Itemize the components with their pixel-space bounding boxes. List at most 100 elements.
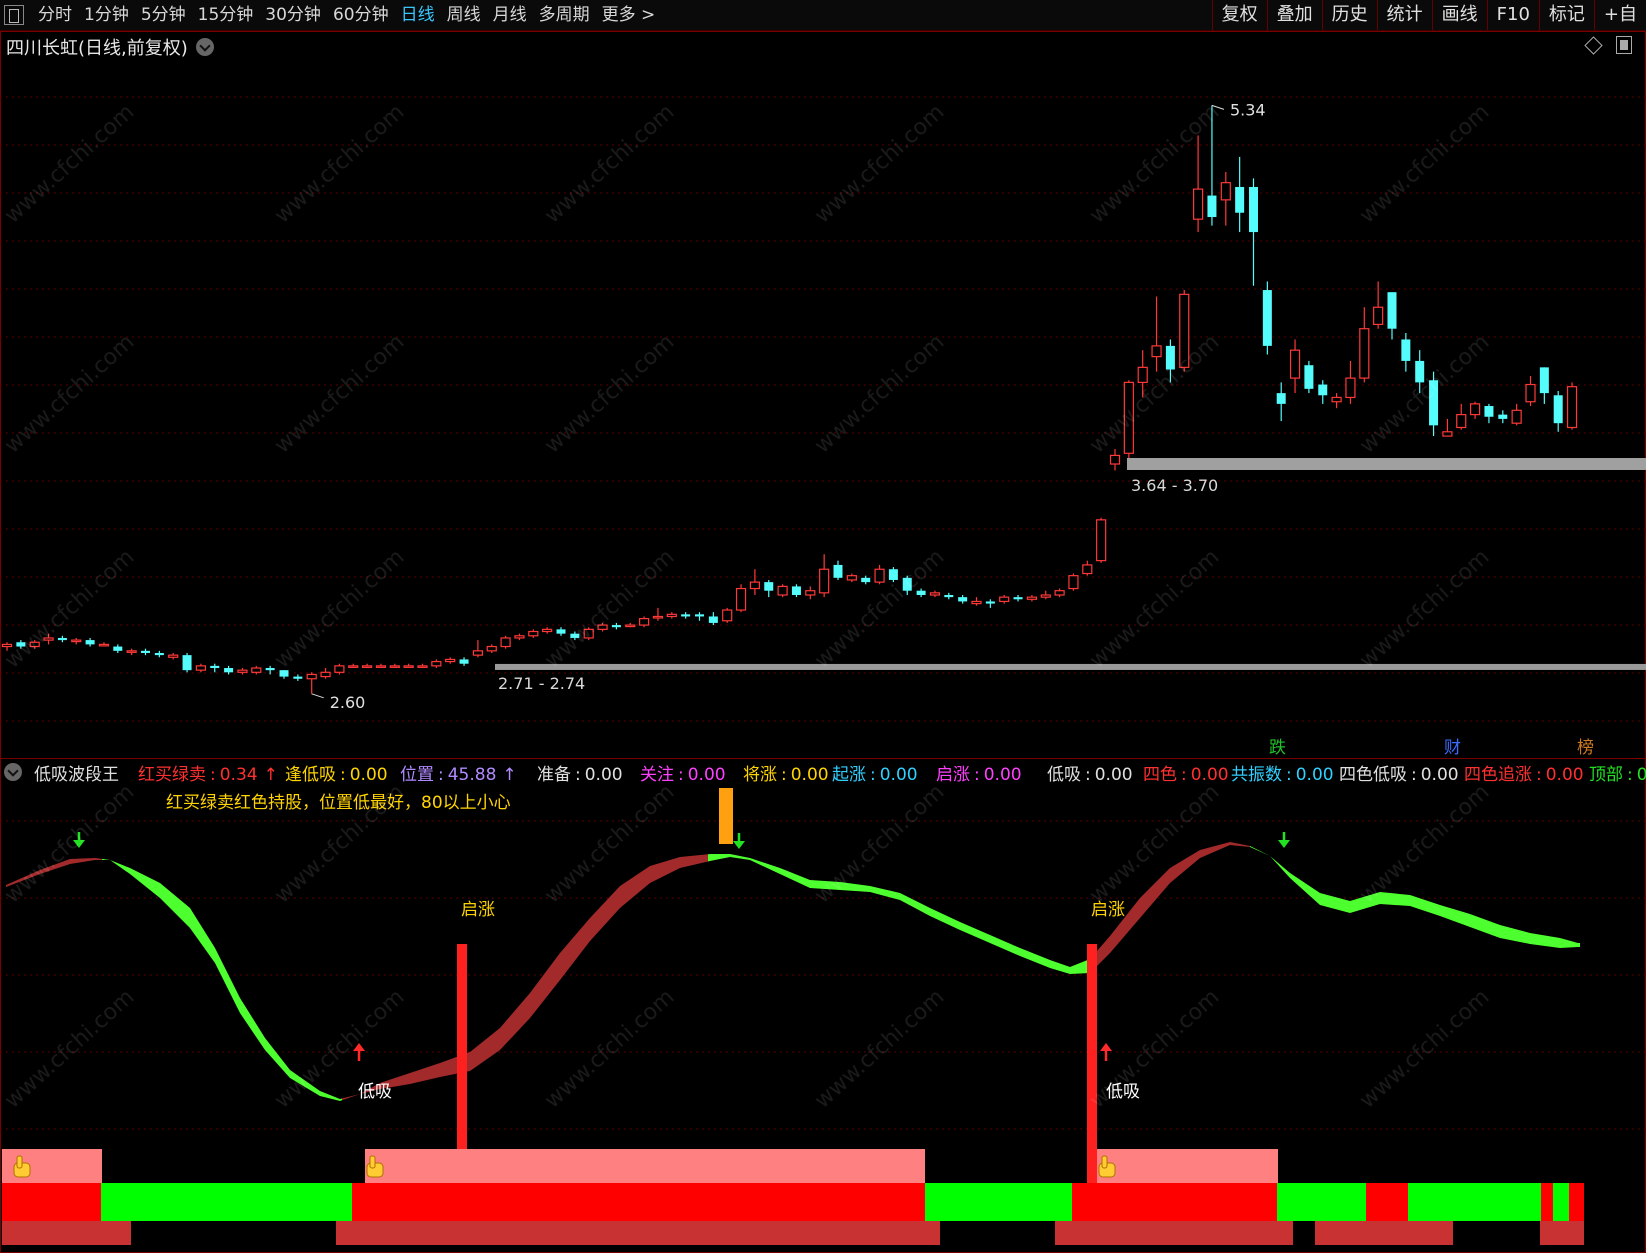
- candle: [749, 569, 761, 595]
- low-price-label: 2.60: [330, 693, 366, 712]
- period-tab[interactable]: 日线: [395, 0, 441, 30]
- candle: [1498, 410, 1508, 424]
- wave-rising-segment: [342, 854, 708, 1101]
- toolbar-button[interactable]: 叠加: [1266, 0, 1322, 30]
- candle: [1276, 382, 1286, 422]
- candle: [874, 564, 885, 585]
- candle: [514, 633, 525, 641]
- buy-sell-bar: [1366, 1183, 1408, 1221]
- trend-strip: [1055, 1221, 1293, 1245]
- low-pointer: [311, 693, 324, 699]
- candle: [1359, 307, 1370, 383]
- candle: [1068, 573, 1079, 591]
- period-tab[interactable]: 月线: [487, 0, 533, 30]
- indicator-chart[interactable]: 启涨 启涨低吸 低吸: [0, 758, 1646, 1253]
- holding-zone-bar: [365, 1149, 925, 1183]
- holding-zone-bar: [1097, 1149, 1278, 1183]
- candle: [888, 567, 898, 583]
- buy-sell-bar: [1277, 1183, 1366, 1221]
- candle: [846, 573, 857, 583]
- sidebar-toggle-icon[interactable]: [4, 5, 24, 25]
- low-buy-label: 低吸: [358, 1082, 392, 1102]
- period-tab[interactable]: 60分钟: [327, 0, 395, 30]
- candle: [1456, 403, 1467, 430]
- period-tab[interactable]: 15分钟: [192, 0, 260, 30]
- candle: [666, 612, 677, 619]
- candle: [320, 668, 331, 679]
- event-marker: 榜: [1577, 738, 1594, 758]
- wave-rising-segment: [6, 858, 102, 887]
- candle: [722, 607, 733, 623]
- wave-falling-segment: [708, 854, 1092, 974]
- candle: [195, 663, 206, 673]
- candle: [1207, 105, 1217, 226]
- candle: [999, 595, 1010, 604]
- candle: [708, 612, 718, 626]
- candle: [1096, 517, 1107, 563]
- period-toolbar: 分时 1分钟 5分钟 15分钟 30分钟 60分钟 日线 周线 月线 多周期 更多 > 复权 叠加 历史…: [0, 0, 1646, 31]
- candle: [1262, 281, 1272, 355]
- trend-strip: [336, 1221, 940, 1245]
- candle: [431, 659, 442, 669]
- buy-sell-bar: [352, 1183, 925, 1221]
- candle: [1553, 390, 1563, 432]
- candle: [985, 599, 995, 608]
- candle: [389, 663, 400, 669]
- candle: [141, 648, 150, 656]
- candle: [638, 616, 650, 628]
- toolbar-button[interactable]: 统计: [1376, 0, 1432, 30]
- period-tab[interactable]: 30分钟: [259, 0, 327, 30]
- period-tab[interactable]: 更多 >: [596, 0, 662, 30]
- candle: [57, 635, 67, 643]
- toolbar-button[interactable]: 标记: [1538, 0, 1594, 30]
- candle: [348, 663, 359, 669]
- buy-sell-bar: [1072, 1183, 1277, 1221]
- candle: [556, 627, 566, 636]
- toolbar-button[interactable]: 画线: [1431, 0, 1487, 30]
- period-tab[interactable]: 5分钟: [135, 0, 192, 30]
- candle: [1109, 448, 1121, 471]
- period-tab[interactable]: 多周期: [533, 0, 596, 30]
- candle: [1123, 380, 1134, 467]
- period-tab[interactable]: 分时: [32, 0, 78, 30]
- candle: [1511, 403, 1522, 426]
- candle: [98, 642, 110, 647]
- candle: [1137, 350, 1148, 398]
- candle: [1331, 393, 1342, 409]
- start-rise-label: 启涨: [1091, 900, 1125, 920]
- toolbar-button[interactable]: F10: [1486, 0, 1539, 30]
- candle: [16, 640, 26, 649]
- candle: [735, 584, 747, 613]
- candle: [819, 554, 830, 598]
- high-pointer: [1211, 104, 1225, 110]
- candle: [362, 663, 373, 669]
- candle: [542, 627, 553, 634]
- sell-arrow-icon: [733, 833, 745, 849]
- toolbar-button[interactable]: 复权: [1211, 0, 1267, 30]
- low-buy-label: 低吸: [1106, 1082, 1140, 1102]
- candle: [445, 657, 456, 664]
- candle: [861, 575, 871, 585]
- candle: [1192, 135, 1204, 233]
- candle: [1539, 367, 1549, 404]
- candle: [1151, 296, 1162, 372]
- toolbar-button[interactable]: +自: [1593, 0, 1646, 30]
- candle: [85, 637, 95, 647]
- candle: [625, 622, 636, 628]
- candle: [237, 668, 248, 675]
- candle: [293, 674, 303, 681]
- candle: [971, 597, 982, 606]
- period-tab[interactable]: 1分钟: [78, 0, 135, 30]
- period-tab[interactable]: 周线: [441, 0, 487, 30]
- candle: [210, 663, 220, 673]
- toolbar-button[interactable]: 历史: [1321, 0, 1377, 30]
- start-rise-label: 启涨: [461, 900, 495, 920]
- candlestick-chart[interactable]: 2.71 - 2.74 3.64 - 3.70 5.34 2.60 跌 财 榜: [0, 31, 1646, 759]
- candle: [417, 663, 428, 669]
- candle: [126, 648, 137, 656]
- candle: [1469, 401, 1481, 419]
- candle: [777, 584, 788, 598]
- buy-sell-bar: [1541, 1183, 1553, 1221]
- candle: [1026, 595, 1038, 602]
- buy-sell-bar: [1553, 1183, 1569, 1221]
